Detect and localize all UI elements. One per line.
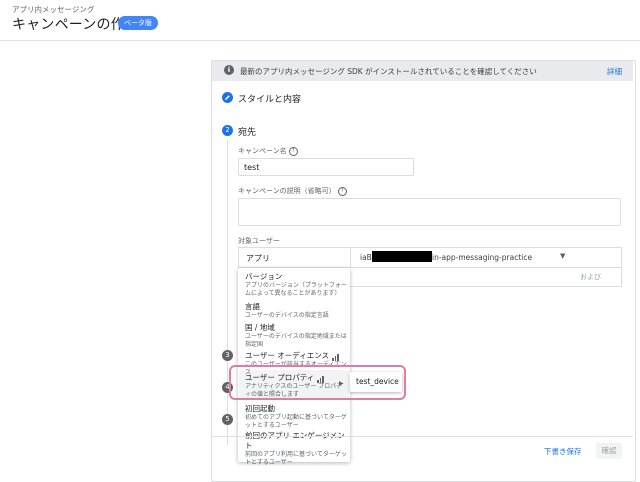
target-users-label: 対象ユーザー	[238, 237, 280, 245]
edit-pencil-icon	[222, 92, 233, 103]
step-5-number: 5	[222, 414, 233, 425]
step-3-number: 3	[222, 350, 233, 361]
campaign-name-label-text: キャンペーン名	[238, 147, 287, 155]
redacted-block	[372, 251, 432, 262]
menu-item-desc: 初めてのアプリ起動に基づいてターゲットとするユーザー	[245, 414, 347, 429]
campaign-desc-label: キャンペーンの説明（省略可）?	[238, 186, 347, 196]
menu-item-desc: アプリのバージョン（プラットフォームによって異なることがあります）	[245, 282, 347, 297]
menu-item-language[interactable]: 言語 ユーザーのデバイスの指定言語	[245, 302, 347, 320]
table-divider	[350, 247, 351, 267]
app-cell-label: アプリ	[246, 254, 270, 263]
step-style-content[interactable]: スタイルと内容	[238, 92, 301, 105]
campaign-desc-input[interactable]	[238, 198, 621, 226]
menu-item-desc: ユーザーのデバイスの指定言語	[245, 312, 329, 319]
beta-badge: ベータ版	[118, 16, 158, 30]
menu-item-title: ユーザー オーディエンス	[245, 351, 330, 360]
help-icon[interactable]: ?	[288, 146, 298, 156]
and-label[interactable]: および	[580, 272, 601, 282]
menu-item-title: 前回のアプリ エンゲージメント	[245, 431, 345, 450]
info-icon: i	[224, 65, 234, 75]
banner-text: 最新のアプリ内メッセージング SDK がインストールされていることを確認してくだ…	[240, 67, 537, 76]
menu-item-title: 国 / 地域	[245, 323, 275, 332]
stepper-line	[227, 140, 228, 445]
footer-divider	[212, 436, 633, 437]
campaign-desc-label-text: キャンペーンの説明（省略可）	[238, 187, 336, 195]
confirm-button[interactable]: 確認	[596, 443, 622, 459]
details-link[interactable]: 詳細	[607, 66, 622, 77]
highlight-annotation	[229, 365, 406, 400]
app-select-value[interactable]: in-app-messaging-practice	[432, 253, 532, 262]
menu-item-title: 言語	[245, 302, 260, 311]
menu-item-version[interactable]: バージョン アプリのバージョン（プラットフォームによって異なることがあります）	[245, 272, 347, 298]
help-icon[interactable]: ?	[337, 186, 347, 196]
menu-item-first-open[interactable]: 初回起動 初めてのアプリ起動に基づいてターゲットとするユーザー	[245, 404, 347, 430]
step-2-number: 2	[222, 125, 233, 136]
menu-item-desc: 前回のアプリ利用に基づいてターゲットとするユーザー	[245, 451, 347, 466]
menu-item-desc: ユーザーのデバイスの指定地域または指定国	[245, 333, 347, 348]
step-target[interactable]: 宛先	[238, 125, 256, 138]
campaign-name-label: キャンペーン名?	[238, 146, 298, 156]
analytics-bars-icon	[332, 351, 340, 361]
save-draft-button[interactable]: 下書き保存	[544, 446, 582, 457]
menu-item-country[interactable]: 国 / 地域 ユーザーのデバイスの指定地域または指定国	[245, 323, 347, 349]
menu-item-title: バージョン	[245, 272, 283, 281]
dropdown-caret-icon[interactable]: ▼	[560, 252, 565, 260]
menu-item-title: 初回起動	[245, 404, 275, 413]
header-divider	[0, 40, 640, 41]
campaign-name-input[interactable]: test	[238, 158, 414, 176]
